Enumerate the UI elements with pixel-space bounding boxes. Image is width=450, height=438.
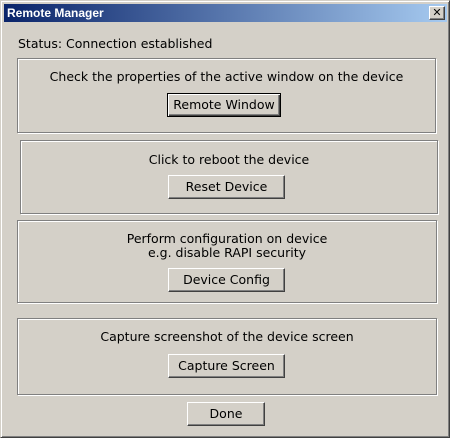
device-config-description-line1: Perform configuration on device — [126, 231, 328, 246]
remote-manager-dialog: Remote Manager ✕ Status: Connection esta… — [0, 0, 450, 438]
device-config-description-line2: e.g. disable RAPI security — [147, 245, 307, 260]
reset-device-description: Click to reboot the device — [148, 152, 310, 167]
capture-screen-group: Capture screenshot of the device screen … — [17, 318, 437, 395]
status-line: Status: Connection established — [18, 36, 212, 51]
status-label: Status: — [18, 36, 63, 51]
remote-window-button[interactable]: Remote Window — [167, 93, 281, 117]
capture-screen-description: Capture screenshot of the device screen — [100, 329, 354, 344]
done-button[interactable]: Done — [187, 402, 265, 426]
device-config-group: Perform configuration on device e.g. dis… — [17, 220, 437, 303]
reset-device-group: Click to reboot the device Reset Device — [20, 140, 438, 214]
remote-window-description: Check the properties of the active windo… — [49, 69, 404, 84]
title-bar[interactable]: Remote Manager ✕ — [4, 4, 447, 22]
window-title: Remote Manager — [7, 6, 104, 20]
capture-screen-button[interactable]: Capture Screen — [168, 354, 285, 378]
close-button[interactable]: ✕ — [429, 6, 445, 20]
status-value: Connection established — [66, 36, 213, 51]
device-config-button[interactable]: Device Config — [168, 268, 285, 292]
reset-device-button[interactable]: Reset Device — [168, 175, 285, 199]
close-icon: ✕ — [432, 6, 442, 19]
remote-window-group: Check the properties of the active windo… — [17, 58, 436, 133]
